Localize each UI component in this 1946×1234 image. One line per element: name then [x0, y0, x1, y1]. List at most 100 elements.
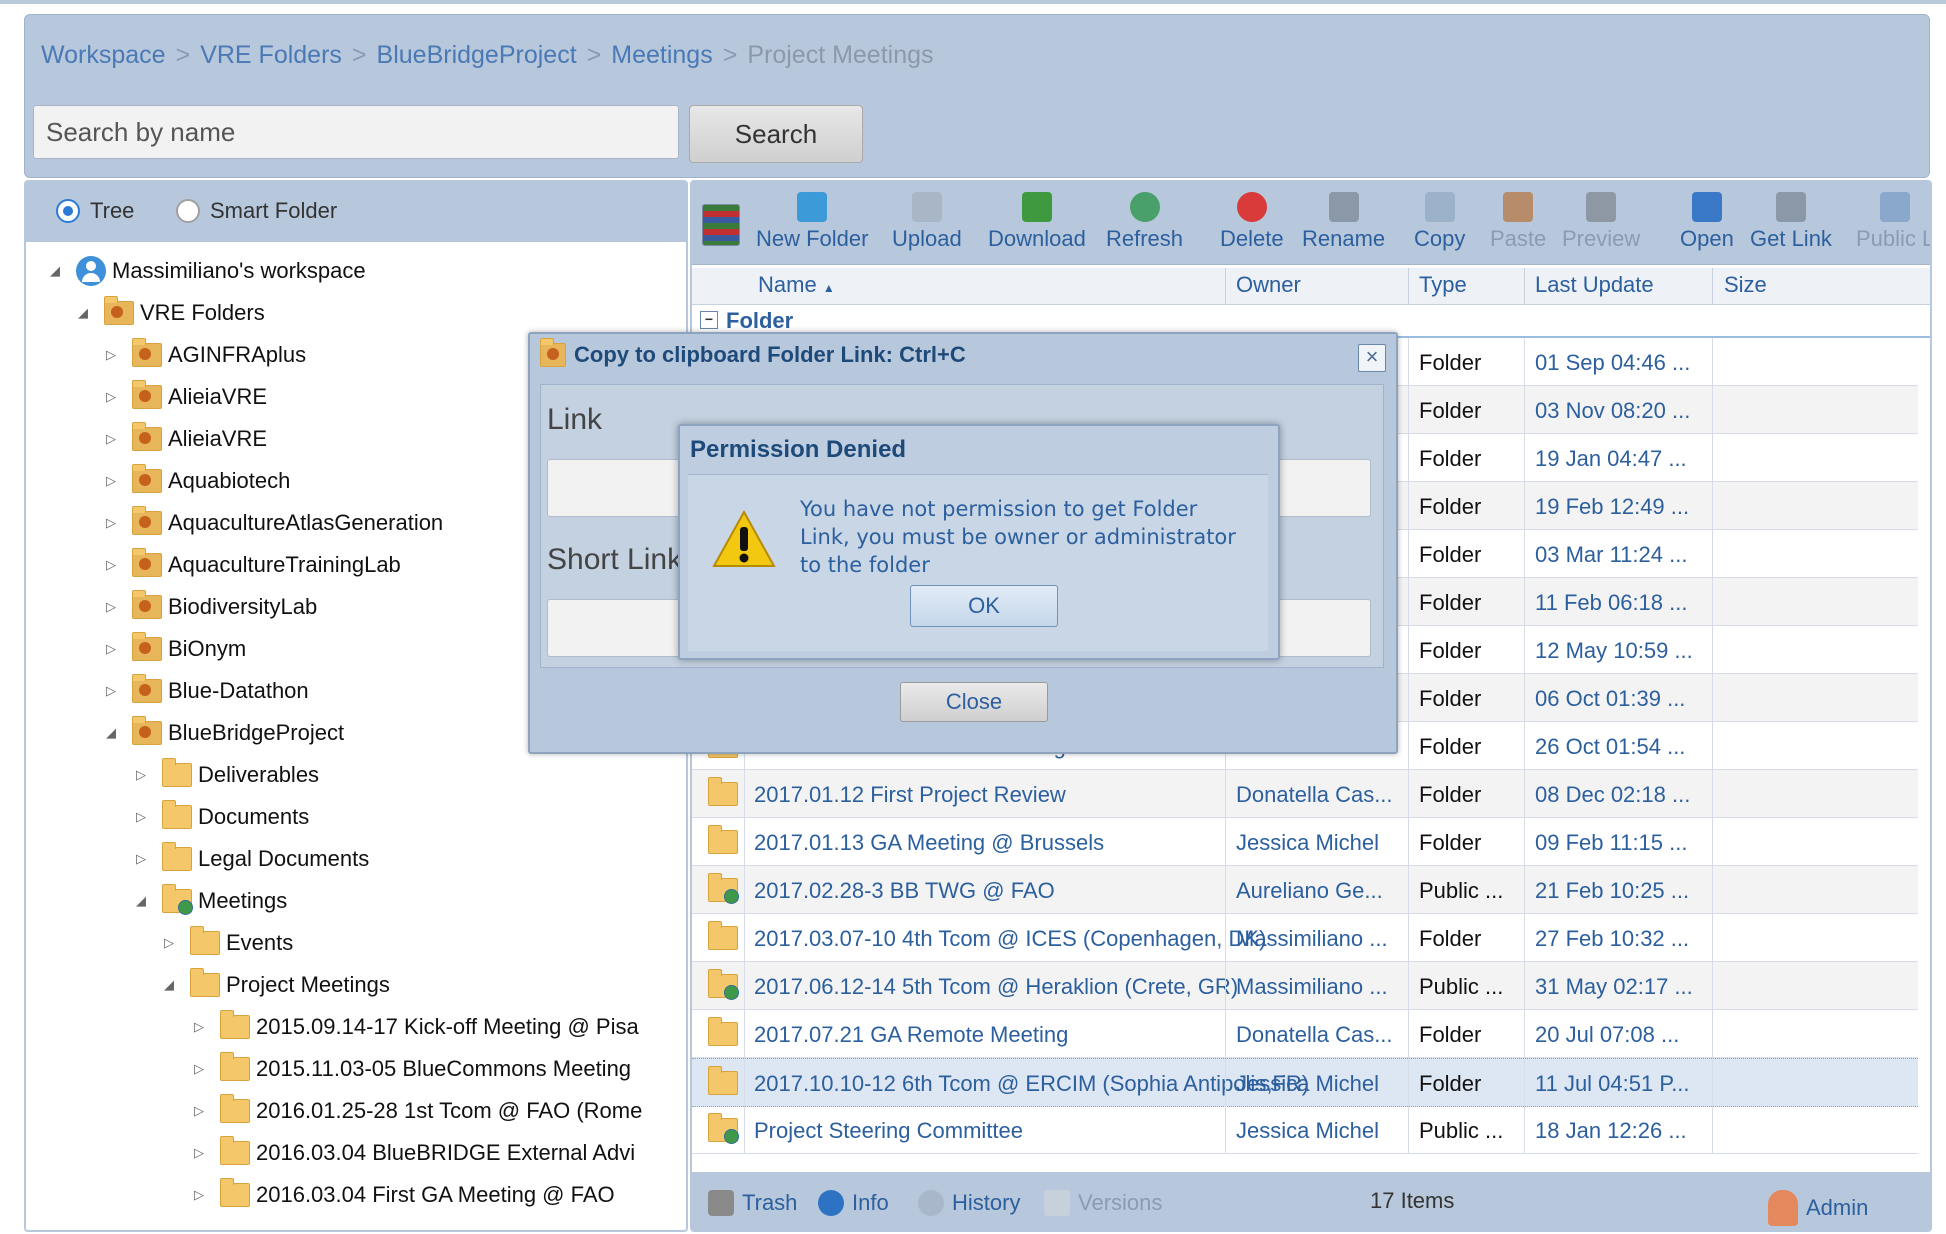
- table-row[interactable]: 2017.10.10-12 6th Tcom @ ERCIM (Sophia A…: [692, 1058, 1918, 1107]
- table-row[interactable]: 2017.01.12 First Project Review Donatella…: [692, 770, 1918, 818]
- info-button[interactable]: Info: [818, 1190, 889, 1216]
- refresh-button[interactable]: Refresh: [1106, 192, 1183, 252]
- search-input[interactable]: [33, 105, 679, 159]
- preview-button[interactable]: Preview: [1562, 192, 1640, 252]
- tree-radio[interactable]: Tree: [56, 198, 134, 224]
- expanded-arrow-icon[interactable]: ◢: [134, 893, 148, 909]
- collapsed-arrow-icon[interactable]: ▷: [104, 515, 118, 531]
- collapsed-arrow-icon[interactable]: ▷: [192, 1145, 206, 1161]
- tree-node[interactable]: ◢ Meetings: [134, 884, 287, 918]
- tree-node[interactable]: ▷ 2015.11.03-05 BlueCommons Meeting: [192, 1052, 631, 1086]
- delete-button[interactable]: Delete: [1220, 192, 1284, 252]
- table-row[interactable]: 2017.01.13 GA Meeting @ Brussels Jessica …: [692, 818, 1918, 866]
- tree-node[interactable]: ▷ Aquabiotech: [104, 464, 290, 498]
- collapsed-arrow-icon[interactable]: ▷: [104, 557, 118, 573]
- close-icon[interactable]: ×: [1358, 344, 1386, 372]
- tree-node[interactable]: ▷ Legal Documents: [134, 842, 369, 876]
- cell-name[interactable]: 2017.10.10-12 6th Tcom @ ERCIM (Sophia A…: [754, 1071, 1314, 1097]
- paste-button[interactable]: Paste: [1490, 192, 1546, 252]
- versions-button[interactable]: Versions: [1044, 1190, 1162, 1216]
- tree-node[interactable]: ▷ Blue-Datathon: [104, 674, 309, 708]
- tree-node[interactable]: ◢ BlueBridgeProject: [104, 716, 344, 750]
- collapsed-arrow-icon[interactable]: ▷: [104, 599, 118, 615]
- collapsed-arrow-icon[interactable]: ▷: [192, 1061, 206, 1077]
- column-last-update[interactable]: Last Update: [1535, 272, 1654, 298]
- table-row[interactable]: 2017.07.21 GA Remote Meeting Donatella Ca…: [692, 1010, 1918, 1058]
- tree-node[interactable]: ▷ BiOnym: [104, 632, 246, 666]
- breadcrumb-vre-folders[interactable]: VRE Folders: [200, 41, 342, 70]
- open-button[interactable]: Open: [1680, 192, 1734, 252]
- collapsed-arrow-icon[interactable]: ▷: [192, 1187, 206, 1203]
- table-row[interactable]: 2017.02.28-3 BB TWG @ FAO Aureliano Ge...…: [692, 866, 1918, 914]
- collapsed-arrow-icon[interactable]: ▷: [162, 935, 176, 951]
- table-row[interactable]: 2017.03.07-10 4th Tcom @ ICES (Copenhage…: [692, 914, 1918, 962]
- collapsed-arrow-icon[interactable]: ▷: [104, 641, 118, 657]
- copy-button[interactable]: Copy: [1414, 192, 1465, 252]
- close-button[interactable]: Close: [900, 682, 1048, 722]
- trash-button[interactable]: Trash: [708, 1190, 797, 1216]
- tree-node[interactable]: ◢ VRE Folders: [76, 296, 265, 330]
- collapsed-arrow-icon[interactable]: ▷: [134, 767, 148, 783]
- tree-node[interactable]: ▷ 2016.03.04 BlueBRIDGE External Advi: [192, 1136, 635, 1170]
- collapse-icon[interactable]: −: [700, 311, 718, 329]
- rename-button[interactable]: Rename: [1302, 192, 1385, 252]
- search-button[interactable]: Search: [689, 105, 863, 163]
- cell-type: Folder: [1419, 1022, 1482, 1047]
- tree-node[interactable]: ▷ AlieiaVRE: [104, 380, 267, 414]
- tree-node[interactable]: ▷ Deliverables: [134, 758, 319, 792]
- cell-date: 08 Dec 02:18 ...: [1535, 782, 1691, 807]
- table-row[interactable]: 2017.06.12-14 5th Tcom @ Heraklion (Cret…: [692, 962, 1918, 1010]
- tree-node[interactable]: ◢ Massimiliano's workspace: [48, 254, 366, 288]
- smart-folder-radio[interactable]: Smart Folder: [176, 198, 337, 224]
- collapsed-arrow-icon[interactable]: ▷: [104, 347, 118, 363]
- cell-name[interactable]: 2017.01.12 First Project Review: [754, 782, 1314, 808]
- column-name[interactable]: Name ▲: [758, 272, 835, 298]
- breadcrumb-meetings[interactable]: Meetings: [611, 41, 712, 70]
- collapsed-arrow-icon[interactable]: ▷: [104, 389, 118, 405]
- expanded-arrow-icon[interactable]: ◢: [104, 725, 118, 741]
- cell-name[interactable]: 2017.03.07-10 4th Tcom @ ICES (Copenhage…: [754, 926, 1314, 952]
- expanded-arrow-icon[interactable]: ◢: [76, 305, 90, 321]
- tree-node[interactable]: ▷ Events: [162, 926, 293, 960]
- tree-node[interactable]: ▷ AlieiaVRE: [104, 422, 267, 456]
- collapsed-arrow-icon[interactable]: ▷: [134, 851, 148, 867]
- download-button[interactable]: Download: [988, 192, 1086, 252]
- tree-node[interactable]: ▷ 2015.09.14-17 Kick-off Meeting @ Pisa: [192, 1010, 639, 1044]
- tree-node[interactable]: ▷ 2016.03.04 First GA Meeting @ FAO: [192, 1178, 615, 1212]
- breadcrumb-bluebridgeproject[interactable]: BlueBridgeProject: [377, 41, 577, 70]
- tree-node[interactable]: ▷ AGINFRAplus: [104, 338, 306, 372]
- link-button[interactable]: Get Link: [1750, 192, 1832, 252]
- tree-node[interactable]: ▷ AquacultureTrainingLab: [104, 548, 401, 582]
- column-owner[interactable]: Owner: [1236, 272, 1301, 298]
- new-folder-button[interactable]: New Folder: [756, 192, 868, 252]
- collapsed-arrow-icon[interactable]: ▷: [104, 431, 118, 447]
- tree-node[interactable]: ▷ AquacultureAtlasGeneration: [104, 506, 443, 540]
- column-divider: [1524, 674, 1525, 721]
- collapsed-arrow-icon[interactable]: ▷: [192, 1103, 206, 1119]
- column-size[interactable]: Size: [1724, 272, 1767, 298]
- upload-button[interactable]: Upload: [892, 192, 962, 252]
- tree-node[interactable]: ▷ 2016.01.25-28 1st Tcom @ FAO (Rome: [192, 1094, 642, 1128]
- collapsed-arrow-icon[interactable]: ▷: [192, 1019, 206, 1035]
- cell-name[interactable]: 2017.07.21 GA Remote Meeting: [754, 1022, 1314, 1048]
- cell-name[interactable]: 2017.06.12-14 5th Tcom @ Heraklion (Cret…: [754, 974, 1314, 1000]
- share-button[interactable]: Public L: [1856, 192, 1930, 252]
- ok-button[interactable]: OK: [910, 585, 1058, 627]
- collapsed-arrow-icon[interactable]: ▷: [134, 809, 148, 825]
- column-type[interactable]: Type: [1419, 272, 1467, 298]
- cell-name[interactable]: 2017.01.13 GA Meeting @ Brussels: [754, 830, 1314, 856]
- grid-view-icon[interactable]: [702, 204, 740, 246]
- tree-node[interactable]: ◢ Project Meetings: [162, 968, 390, 1002]
- collapsed-arrow-icon[interactable]: ▷: [104, 473, 118, 489]
- tree-node[interactable]: ▷ Documents: [134, 800, 309, 834]
- breadcrumb-workspace[interactable]: Workspace: [41, 41, 166, 70]
- collapsed-arrow-icon[interactable]: ▷: [104, 683, 118, 699]
- table-row[interactable]: Project Steering Committee Jessica Michel…: [692, 1106, 1918, 1154]
- history-button[interactable]: History: [918, 1190, 1020, 1216]
- cell-name[interactable]: 2017.02.28-3 BB TWG @ FAO: [754, 878, 1314, 904]
- cell-name[interactable]: Project Steering Committee: [754, 1118, 1314, 1144]
- admin-button[interactable]: Admin: [1768, 1190, 1868, 1226]
- tree-node[interactable]: ▷ BiodiversityLab: [104, 590, 317, 624]
- expanded-arrow-icon[interactable]: ◢: [48, 263, 62, 279]
- expanded-arrow-icon[interactable]: ◢: [162, 977, 176, 993]
